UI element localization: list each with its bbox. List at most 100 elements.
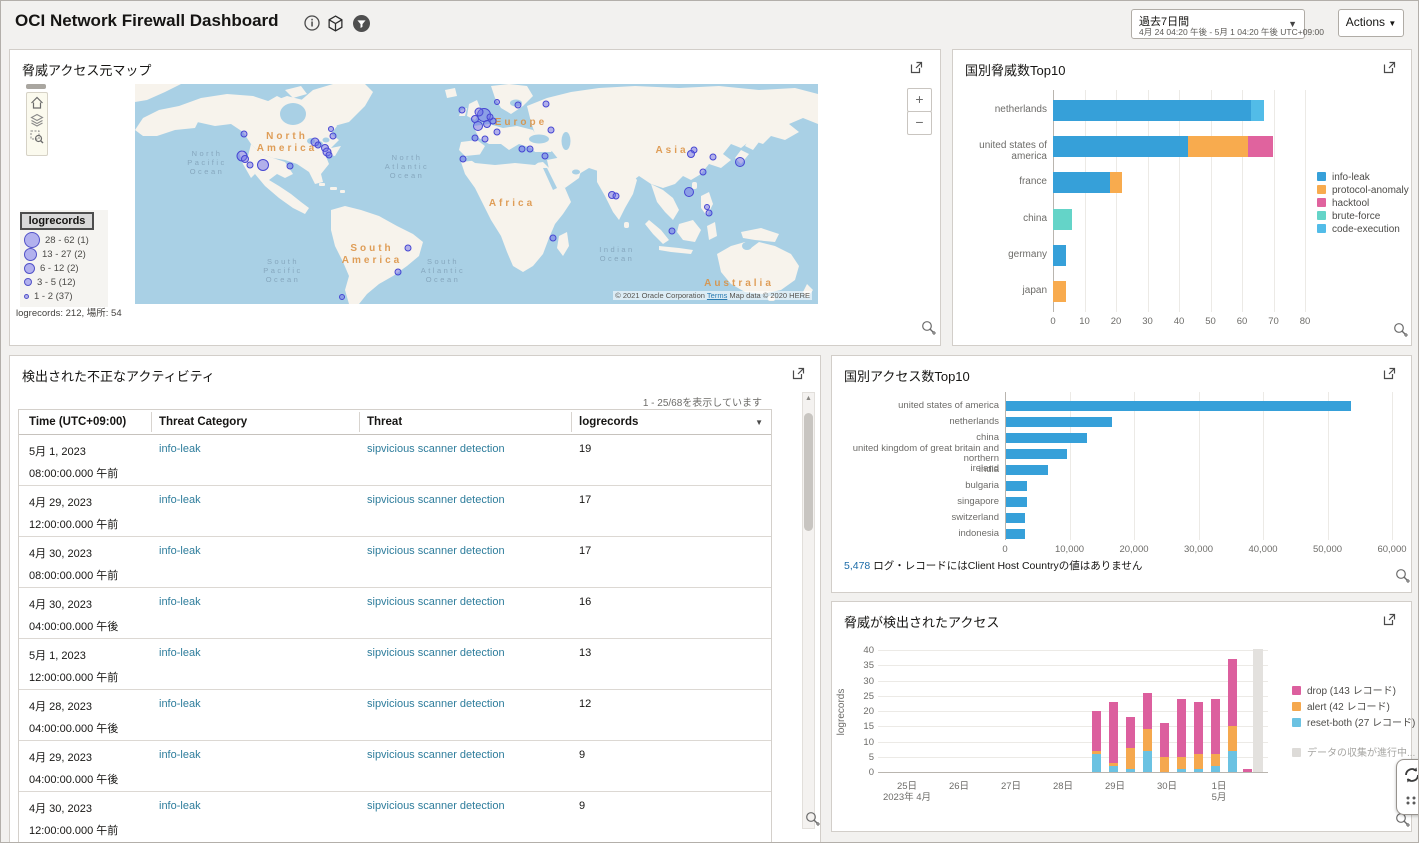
threat-location-marker[interactable]: [241, 131, 247, 137]
map-toolbar-handle[interactable]: [26, 84, 46, 89]
bar-segment-drop[interactable]: [1143, 693, 1152, 730]
threat-location-marker[interactable]: [459, 107, 465, 113]
threat-location-marker[interactable]: [494, 129, 500, 135]
bar-segment-reset-both[interactable]: [1194, 769, 1203, 772]
info-icon[interactable]: [304, 15, 321, 32]
bar-segment-drop[interactable]: [1228, 659, 1237, 726]
bar-segment-alert[interactable]: [1092, 751, 1101, 754]
bar-segment-reset-both[interactable]: [1177, 769, 1186, 772]
threat-location-marker[interactable]: [710, 154, 716, 160]
bar-segment-alert[interactable]: [1194, 754, 1203, 769]
cell-threat[interactable]: sipvicious scanner detection: [367, 443, 505, 455]
threat-location-marker[interactable]: [736, 158, 745, 167]
bar-segment-info-leak[interactable]: [1053, 245, 1066, 266]
legend-item[interactable]: drop (143 レコード): [1292, 682, 1396, 697]
cell-threat-category[interactable]: info-leak: [159, 494, 201, 506]
threat-location-marker[interactable]: [543, 101, 549, 107]
threat-location-marker[interactable]: [688, 151, 695, 158]
threat-location-marker[interactable]: [484, 121, 491, 128]
bar-segment-info-leak[interactable]: [1053, 100, 1251, 121]
threat-location-marker[interactable]: [527, 146, 533, 152]
table-row[interactable]: 4月 30, 202308:00:00.000 午前info-leaksipvi…: [19, 537, 771, 588]
bar-segment-alert[interactable]: [1228, 726, 1237, 750]
drag-grid-icon[interactable]: [1405, 792, 1419, 810]
cell-threat-category[interactable]: info-leak: [159, 749, 201, 761]
bar-access-count[interactable]: [1006, 529, 1025, 539]
bar-segment-brute-force[interactable]: [1053, 209, 1072, 230]
legend-item[interactable]: reset-both (27 レコード): [1292, 714, 1415, 729]
bar-segment-drop[interactable]: [1126, 717, 1135, 748]
bar-access-count[interactable]: [1006, 401, 1351, 411]
bar-access-count[interactable]: [1006, 417, 1112, 427]
table-row[interactable]: 4月 30, 202304:00:00.000 午後info-leaksipvi…: [19, 588, 771, 639]
cell-threat[interactable]: sipvicious scanner detection: [367, 494, 505, 506]
cell-threat[interactable]: sipvicious scanner detection: [367, 647, 505, 659]
cell-threat-category[interactable]: info-leak: [159, 443, 201, 455]
bar-segment-reset-both[interactable]: [1092, 754, 1101, 772]
threat-location-marker[interactable]: [495, 100, 500, 105]
bar-segment-alert[interactable]: [1211, 754, 1220, 766]
bar-segment-reset-both[interactable]: [1126, 769, 1135, 772]
threat-location-marker[interactable]: [329, 127, 334, 132]
column-header[interactable]: logrecords: [579, 410, 638, 434]
bar-segment-drop[interactable]: [1243, 769, 1252, 772]
cell-threat-category[interactable]: info-leak: [159, 596, 201, 608]
bar-segment-info-leak[interactable]: [1053, 136, 1188, 157]
table-row[interactable]: 4月 30, 202312:00:00.000 午前info-leaksipvi…: [19, 792, 771, 843]
map-zoom-in-button[interactable]: +: [907, 88, 932, 112]
threat-location-marker[interactable]: [474, 122, 483, 131]
bar-segment-reset-both[interactable]: [1211, 766, 1220, 772]
cell-threat-category[interactable]: info-leak: [159, 647, 201, 659]
filter-icon[interactable]: [353, 15, 370, 32]
legend-item[interactable]: code-execution: [1317, 224, 1400, 235]
table-row[interactable]: 5月 1, 202312:00:00.000 午前info-leaksipvic…: [19, 639, 771, 690]
open-in-log-explorer-icon[interactable]: [1393, 322, 1408, 337]
open-in-new-icon[interactable]: [910, 61, 924, 75]
open-in-log-explorer-icon[interactable]: [805, 811, 820, 826]
cell-threat[interactable]: sipvicious scanner detection: [367, 596, 505, 608]
bar-segment-drop[interactable]: [1109, 702, 1118, 763]
threat-location-marker[interactable]: [330, 133, 336, 139]
record-count-link[interactable]: 5,478: [844, 560, 870, 572]
bar-segment-protocol-anomaly[interactable]: [1053, 281, 1066, 302]
legend-item[interactable]: hacktool: [1317, 198, 1369, 209]
threat-location-marker[interactable]: [705, 205, 710, 210]
cell-threat[interactable]: sipvicious scanner detection: [367, 698, 505, 710]
column-header[interactable]: Threat Category: [159, 410, 247, 434]
bar-segment-alert[interactable]: [1160, 757, 1169, 772]
bar-segment-reset-both[interactable]: [1109, 766, 1118, 772]
bar-segment-alert[interactable]: [1109, 763, 1118, 766]
bar-segment-hacktool[interactable]: [1248, 136, 1273, 157]
sort-descending-icon[interactable]: ▼: [755, 418, 763, 427]
bar-access-count[interactable]: [1006, 481, 1027, 491]
bar-access-count[interactable]: [1006, 497, 1027, 507]
bar-segment-drop[interactable]: [1160, 723, 1169, 757]
legend-item[interactable]: protocol-anomaly: [1317, 185, 1409, 196]
open-in-new-icon[interactable]: [792, 367, 806, 381]
threat-location-marker[interactable]: [247, 162, 253, 168]
cell-threat[interactable]: sipvicious scanner detection: [367, 749, 505, 761]
map-area-zoom-icon[interactable]: [30, 130, 44, 144]
cell-threat[interactable]: sipvicious scanner detection: [367, 800, 505, 812]
bar-access-count[interactable]: [1006, 449, 1067, 459]
bar-segment-drop[interactable]: [1177, 699, 1186, 757]
actions-button[interactable]: Actions ▼: [1338, 9, 1404, 37]
cell-threat[interactable]: sipvicious scanner detection: [367, 545, 505, 557]
table-row[interactable]: 5月 1, 202308:00:00.000 午前info-leaksipvic…: [19, 435, 771, 486]
threat-location-marker[interactable]: [287, 163, 293, 169]
threat-location-marker[interactable]: [515, 102, 521, 108]
bar-segment-code-execution[interactable]: [1251, 100, 1264, 121]
refresh-icon[interactable]: [1402, 765, 1419, 790]
threat-location-marker[interactable]: [405, 245, 411, 251]
threat-location-marker[interactable]: [669, 228, 675, 234]
map-legend-title[interactable]: logrecords: [20, 212, 94, 230]
table-scrollbar[interactable]: ▲: [802, 392, 815, 829]
bar-segment-drop[interactable]: [1194, 702, 1203, 754]
scrollbar-thumb[interactable]: [804, 413, 813, 531]
legend-item[interactable]: info-leak: [1317, 172, 1370, 183]
cell-threat-category[interactable]: info-leak: [159, 800, 201, 812]
bar-segment-protocol-anomaly[interactable]: [1110, 172, 1123, 193]
legend-item[interactable]: brute-force: [1317, 211, 1380, 222]
map-home-icon[interactable]: [30, 96, 44, 110]
cell-threat-category[interactable]: info-leak: [159, 545, 201, 557]
